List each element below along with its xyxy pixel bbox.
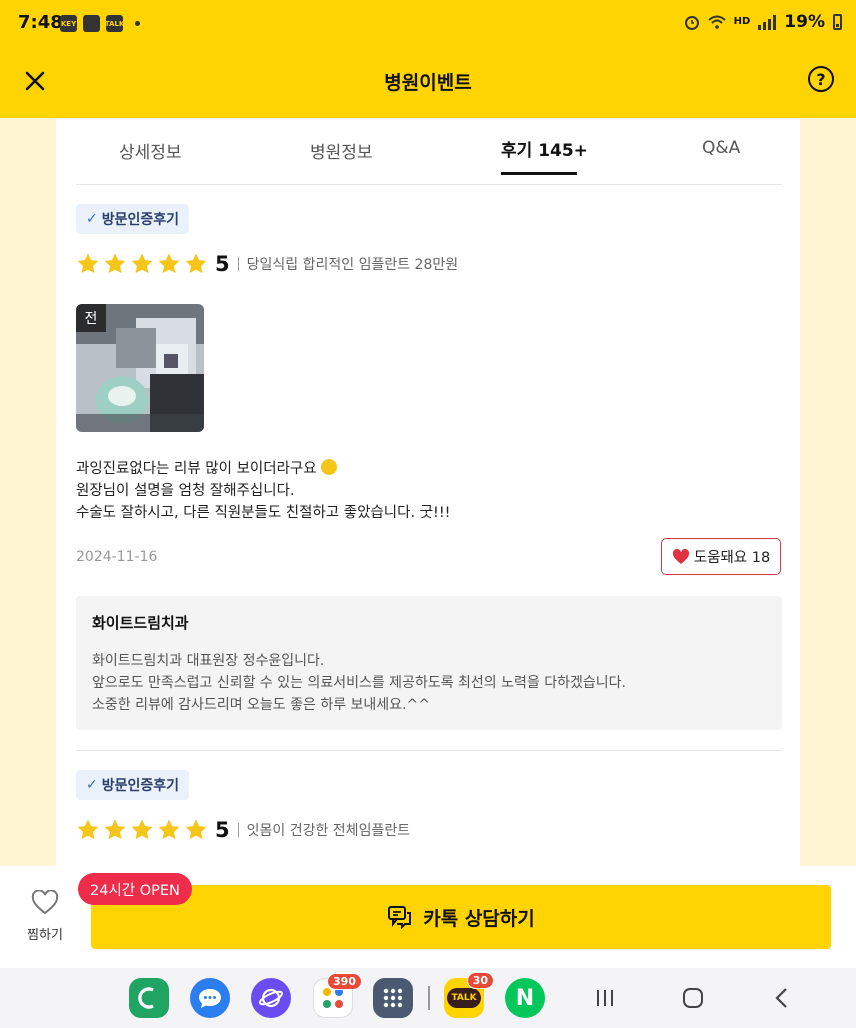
talk-icon: TALK xyxy=(105,15,124,32)
review-rating: 5 당일식립 합리적인 임플란트 28만원 xyxy=(76,252,458,276)
naver-app-icon[interactable]: N xyxy=(505,978,545,1018)
chat-icon xyxy=(388,906,412,929)
review-photo[interactable]: 전 xyxy=(76,304,204,432)
back-button[interactable] xyxy=(767,984,797,1012)
helpful-button[interactable]: 도움돼요 18 xyxy=(661,538,781,575)
status-bar: 7:48 KEY TALK HD 19% xyxy=(0,0,856,48)
heart-outline-icon xyxy=(31,889,59,915)
hd-voice-label: HD xyxy=(733,16,751,27)
reply-author: 화이트드림치과 xyxy=(92,614,189,632)
back-icon xyxy=(775,988,787,1008)
hospital-reply: 화이트드림치과 화이트드림치과 대표원장 정수윤입니다. 앞으로도 만족스럽고 … xyxy=(76,596,782,730)
status-right: HD 19% xyxy=(684,12,842,32)
open-24h-badge: 24시간 OPEN xyxy=(78,873,192,905)
reply-line: 화이트드림치과 대표원장 정수윤입니다. xyxy=(92,653,325,669)
wish-label: 찜하기 xyxy=(27,928,63,943)
kakaotalk-label: TALK xyxy=(447,988,481,1008)
product-name: 당일식립 합리적인 임플란트 28만원 xyxy=(246,257,459,273)
messages-app-icon[interactable] xyxy=(190,978,230,1018)
review-line: 원장님이 설명을 엄청 잘해주십니다. xyxy=(76,483,295,499)
check-icon: ✓ xyxy=(86,777,98,793)
rating-divider xyxy=(237,257,239,271)
page-title: 병원이벤트 xyxy=(384,72,472,94)
recents-icon xyxy=(597,990,613,1006)
rating-divider xyxy=(237,823,239,837)
phone-app-icon[interactable] xyxy=(129,978,169,1018)
home-button[interactable] xyxy=(678,984,708,1012)
content-area: 상세정보 병원정보 후기 145+ Q&A ✓ 방문인증후기 5 당일식립 합리… xyxy=(56,118,800,866)
browser-app-icon[interactable] xyxy=(251,978,291,1018)
app-drawer-icon[interactable] xyxy=(373,978,413,1018)
naver-label: N xyxy=(515,985,535,1011)
tab-hospital[interactable]: 병원정보 xyxy=(310,138,373,163)
verified-badge: ✓ 방문인증후기 xyxy=(76,204,190,234)
smile-emoji-icon xyxy=(321,459,338,475)
star-icon xyxy=(104,819,126,840)
rating-score: 5 xyxy=(215,818,230,842)
review-body: 과잉진료없다는 리뷰 많이 보이더라구요 원장님이 설명을 엄청 잘해주십니다.… xyxy=(76,458,450,524)
system-nav-bar: 390 TALK 30 N xyxy=(0,968,856,1028)
verified-badge: ✓ 방문인증후기 xyxy=(76,770,190,800)
more-notifications-icon xyxy=(135,21,140,26)
star-icon xyxy=(77,253,99,274)
planet-icon xyxy=(258,988,284,1008)
wish-button[interactable]: 찜하기 xyxy=(22,889,68,943)
verified-badge-label: 방문인증후기 xyxy=(101,212,180,228)
star-icon xyxy=(77,819,99,840)
kakaotalk-app-icon[interactable]: TALK 30 xyxy=(444,972,494,1018)
star-icon xyxy=(185,819,207,840)
rating-score: 5 xyxy=(215,252,230,276)
star-icon xyxy=(185,253,207,274)
kakao-consult-button[interactable]: 카톡 상담하기 xyxy=(91,885,831,949)
check-icon: ✓ xyxy=(86,211,98,227)
tab-bar: 상세정보 병원정보 후기 145+ Q&A xyxy=(76,118,782,185)
star-icon xyxy=(158,819,180,840)
key-icon: KEY xyxy=(60,15,77,32)
status-time: 7:48 xyxy=(18,12,63,33)
verified-badge-label: 방문인증후기 xyxy=(101,778,180,794)
signal-icon xyxy=(758,14,777,30)
reply-line: 소중한 리뷰에 감사드리며 오늘도 좋은 하루 보내세요.^^ xyxy=(92,697,430,713)
tab-qna[interactable]: Q&A xyxy=(702,138,740,158)
reply-line: 앞으로도 만족스럽고 신뢰할 수 있는 의료서비스를 제공하도록 최선의 노력을… xyxy=(92,675,626,691)
star-icon xyxy=(158,253,180,274)
battery-percent: 19% xyxy=(784,12,825,32)
review-rating: 5 잇몸이 건강한 전체임플란트 xyxy=(76,818,410,842)
gallery-icon xyxy=(83,15,100,32)
apps-grid-icon xyxy=(383,988,403,1008)
review-divider xyxy=(76,750,782,751)
notification-icons: KEY TALK xyxy=(60,15,140,32)
dock-separator xyxy=(428,986,430,1010)
review-date: 2024-11-16 xyxy=(76,549,158,565)
kakaotalk-badge: 30 xyxy=(466,972,494,989)
help-icon[interactable]: ? xyxy=(808,66,834,92)
photo-before-label: 전 xyxy=(76,304,106,332)
tab-detail[interactable]: 상세정보 xyxy=(119,138,182,163)
recent-apps-button[interactable] xyxy=(590,984,620,1012)
home-icon xyxy=(683,988,703,1008)
review-line: 수술도 잘하시고, 다른 직원분들도 친절하고 좋았습니다. 굿!!! xyxy=(76,505,451,521)
tab-reviews[interactable]: 후기 145+ xyxy=(501,136,588,161)
phone-icon xyxy=(138,987,154,1009)
app-folder-icon[interactable]: 390 xyxy=(313,973,362,1018)
battery-icon xyxy=(833,14,842,30)
heart-icon xyxy=(672,548,689,564)
review-line: 과잉진료없다는 리뷰 많이 보이더라구요 xyxy=(76,458,450,480)
folder-badge: 390 xyxy=(327,973,362,990)
star-icon xyxy=(104,253,126,274)
helpful-label: 도움돼요 18 xyxy=(693,550,771,566)
star-icon xyxy=(131,819,153,840)
active-tab-indicator xyxy=(501,172,577,175)
alarm-icon xyxy=(684,16,699,30)
product-name: 잇몸이 건강한 전체임플란트 xyxy=(246,823,411,839)
reply-body: 화이트드림치과 대표원장 정수윤입니다. 앞으로도 만족스럽고 신뢰할 수 있는… xyxy=(92,650,766,716)
review-line-text: 과잉진료없다는 리뷰 많이 보이더라구요 xyxy=(76,461,317,477)
message-icon xyxy=(199,989,221,1008)
cta-label: 카톡 상담하기 xyxy=(423,907,535,930)
wifi-icon xyxy=(707,15,726,29)
app-header: 병원이벤트 ? xyxy=(0,48,856,118)
star-icon xyxy=(131,253,153,274)
